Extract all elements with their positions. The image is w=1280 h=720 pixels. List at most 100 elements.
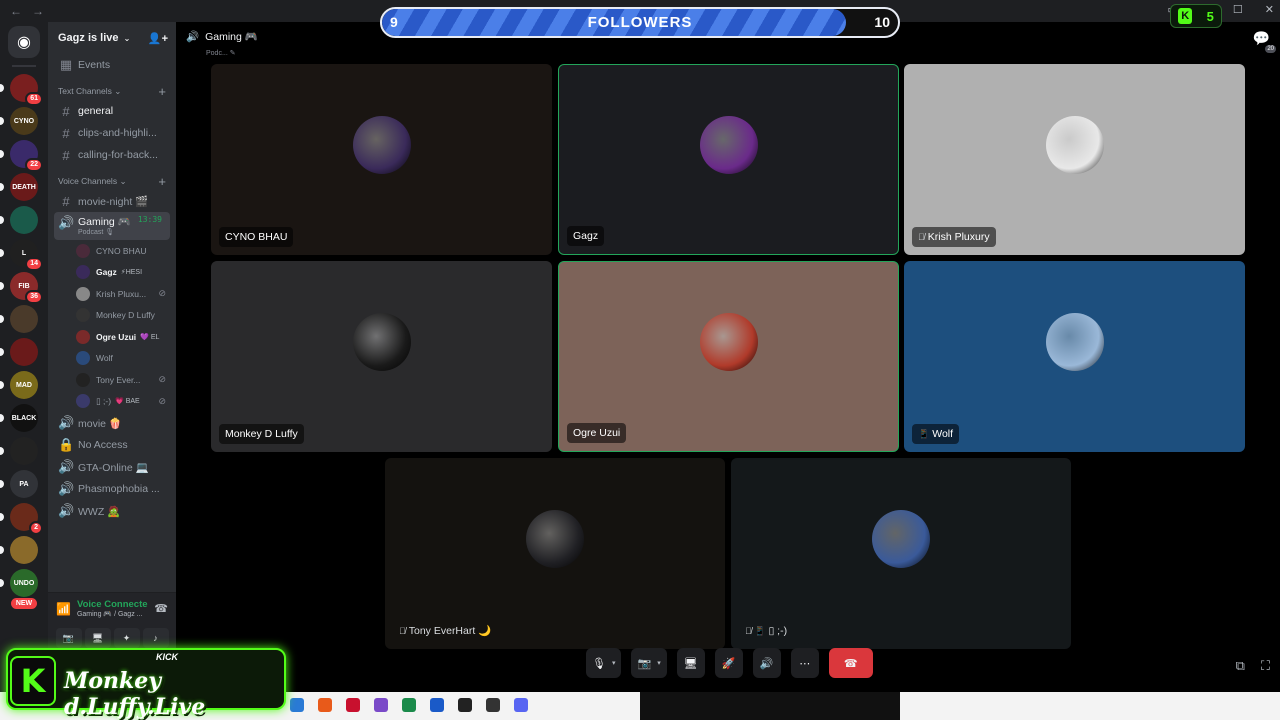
server-icon[interactable]: CYNO bbox=[0, 107, 38, 135]
participant-tile[interactable]: Gagz bbox=[558, 64, 899, 255]
participant-name-text: Tony EverHart 🌙 bbox=[408, 625, 492, 637]
participant-tile[interactable]: 📱 Wolf bbox=[904, 261, 1245, 452]
more-button[interactable]: ⋯ bbox=[790, 648, 819, 678]
voice-member[interactable]: Gagz ⚡HESI bbox=[48, 262, 176, 284]
server-icon[interactable] bbox=[0, 437, 38, 465]
voice-status-title[interactable]: Voice Connecte bbox=[77, 599, 148, 610]
guild-header[interactable]: Gagz is live ⌄ 👤+ bbox=[48, 22, 176, 54]
avatar bbox=[76, 329, 90, 344]
back-arrow-icon[interactable]: ← bbox=[10, 4, 22, 18]
call-subtitle[interactable]: Podc... ✎ bbox=[206, 49, 236, 57]
muted-mic-icon: ⊘ bbox=[158, 395, 166, 406]
fullscreen-icon[interactable]: ⛶ bbox=[1261, 658, 1270, 674]
speaker-icon: 🔊 bbox=[58, 481, 75, 496]
call-title: Gaming 🎮 bbox=[205, 31, 258, 43]
voice-member[interactable]: Krish Pluxu... ⊘ bbox=[48, 283, 176, 305]
voice-category[interactable]: Voice Channels ⌄ + bbox=[48, 172, 176, 190]
server-rail: ◉ 61 CYNO 22 DEATH L 14 FIB 36 MAD BLACK PA 2 UNDO NE… bbox=[0, 22, 48, 692]
app-icon[interactable] bbox=[486, 698, 500, 712]
text-channel[interactable]: # general bbox=[48, 100, 176, 122]
hash-icon: # bbox=[62, 147, 70, 163]
disconnect-icon[interactable]: ☎ bbox=[154, 602, 168, 615]
chevron-down-icon[interactable]: ▾ bbox=[657, 659, 661, 667]
opera-icon[interactable] bbox=[346, 698, 360, 712]
soundboard-button[interactable]: 🔊 bbox=[752, 648, 781, 678]
text-category[interactable]: Text Channels ⌄ + bbox=[48, 82, 176, 100]
voice-member[interactable]: CYNO BHAU bbox=[48, 240, 176, 262]
voice-status-sub[interactable]: Gaming 🎮 / Gagz ... bbox=[77, 610, 148, 618]
maximize-icon[interactable]: ☐ bbox=[1233, 3, 1243, 16]
server-icon[interactable]: MAD bbox=[0, 371, 38, 399]
epic-games-icon[interactable] bbox=[458, 698, 472, 712]
nav-arrows: ← → bbox=[0, 4, 44, 18]
server-icon[interactable]: BLACK bbox=[0, 404, 38, 432]
chat-count: 20 bbox=[1265, 45, 1276, 53]
server-icon[interactable]: 61 bbox=[0, 74, 43, 106]
voice-member[interactable]: Tony Ever... ⊘ bbox=[48, 369, 176, 391]
server-icon[interactable]: FIB 36 bbox=[0, 272, 43, 304]
activity-button[interactable]: 🚀 bbox=[714, 648, 743, 678]
chevron-down-icon[interactable]: ▾ bbox=[612, 659, 616, 667]
participant-tile[interactable]: 🎙̸ Krish Pluxury bbox=[904, 64, 1245, 255]
chat-icon[interactable]: 💬 20 bbox=[1253, 30, 1276, 53]
close-icon[interactable]: ✕ bbox=[1265, 3, 1274, 16]
popout-icon[interactable]: ⧉ bbox=[1236, 658, 1245, 674]
brand-kick-label: KICK bbox=[156, 652, 178, 662]
text-channel[interactable]: # clips-and-highli... bbox=[48, 122, 176, 144]
participant-name: 🎙̸ 📱 ▯ ;-) bbox=[739, 621, 793, 641]
add-channel-icon[interactable]: + bbox=[158, 84, 166, 99]
unread-pip bbox=[0, 414, 4, 422]
discord-icon[interactable] bbox=[514, 698, 528, 712]
participant-tile[interactable]: CYNO BHAU bbox=[211, 64, 552, 255]
app-icon[interactable] bbox=[374, 698, 388, 712]
text-channel-label: clips-and-highli... bbox=[78, 127, 157, 139]
server-icon[interactable]: 22 bbox=[0, 140, 43, 172]
voice-channel-movie-night[interactable]: # movie-night 🎬 bbox=[48, 190, 176, 212]
voice-channel[interactable]: 🔒 No Access bbox=[48, 434, 176, 456]
share-screen-button[interactable]: 🖥 bbox=[676, 648, 705, 678]
voice-channel[interactable]: 🔊 WWZ 🧟 bbox=[48, 500, 176, 522]
voice-member[interactable]: ▯ ;-) 💗 BAE ⊘ bbox=[48, 391, 176, 413]
server-icon[interactable]: DEATH bbox=[0, 173, 38, 201]
steam-icon[interactable] bbox=[430, 698, 444, 712]
server-icon[interactable] bbox=[0, 206, 38, 234]
member-name: ▯ ;-) bbox=[96, 395, 112, 406]
server-icon[interactable]: 2 bbox=[0, 503, 43, 535]
voice-channel-gaming[interactable]: 🔊 Gaming 🎮 Podcast 🎙 13:39 bbox=[54, 212, 170, 240]
disconnect-button[interactable]: ☎ bbox=[828, 648, 873, 678]
voice-member[interactable]: Wolf bbox=[48, 348, 176, 370]
server-icon[interactable]: UNDO bbox=[0, 569, 38, 597]
invite-icon[interactable]: 👤+ bbox=[148, 32, 168, 45]
app-icon[interactable] bbox=[402, 698, 416, 712]
participant-name-text: Monkey D Luffy bbox=[225, 428, 298, 440]
speaker-icon: 🔊 bbox=[58, 415, 75, 430]
forward-arrow-icon[interactable]: → bbox=[32, 4, 44, 18]
voice-member[interactable]: Ogre Uzui 💜 EL bbox=[48, 326, 176, 348]
events-row[interactable]: ▦ Events bbox=[48, 54, 176, 76]
server-icon[interactable]: L 14 bbox=[0, 239, 43, 271]
participant-name: Gagz bbox=[567, 226, 605, 246]
direct-messages-button[interactable]: ◉ bbox=[8, 26, 40, 58]
voice-channel[interactable]: 🔊 Phasmophobia ... bbox=[48, 478, 176, 500]
add-voice-channel-icon[interactable]: + bbox=[158, 174, 166, 189]
voice-channel[interactable]: 🔊 movie 🍿 bbox=[48, 412, 176, 434]
server-icon[interactable] bbox=[0, 536, 38, 564]
avatar bbox=[1045, 312, 1104, 371]
participant-tile[interactable]: Ogre Uzui bbox=[558, 261, 899, 452]
voice-member[interactable]: Monkey D Luffy bbox=[48, 305, 176, 327]
server-icon[interactable] bbox=[0, 338, 38, 366]
camera-button[interactable]: 📷 ▾ bbox=[631, 648, 667, 678]
text-channel[interactable]: # calling-for-back... bbox=[48, 144, 176, 166]
participant-tile[interactable]: 🎙̸ Tony EverHart 🌙 bbox=[385, 458, 725, 649]
mic-button[interactable]: 🎙 ▾ bbox=[586, 648, 622, 678]
signal-icon[interactable]: 📶 bbox=[56, 602, 71, 616]
server-icon[interactable]: PA bbox=[0, 470, 38, 498]
member-name: Krish Pluxu... bbox=[96, 288, 147, 299]
participant-tile[interactable]: 🎙̸ 📱 ▯ ;-) bbox=[731, 458, 1071, 649]
app-icon[interactable] bbox=[290, 698, 304, 712]
browser-icon[interactable] bbox=[318, 698, 332, 712]
server-icon[interactable] bbox=[0, 305, 38, 333]
voice-channel[interactable]: 🔊 GTA-Online 💻 bbox=[48, 456, 176, 478]
unread-pip bbox=[0, 579, 4, 587]
participant-tile[interactable]: Monkey D Luffy bbox=[211, 261, 552, 452]
